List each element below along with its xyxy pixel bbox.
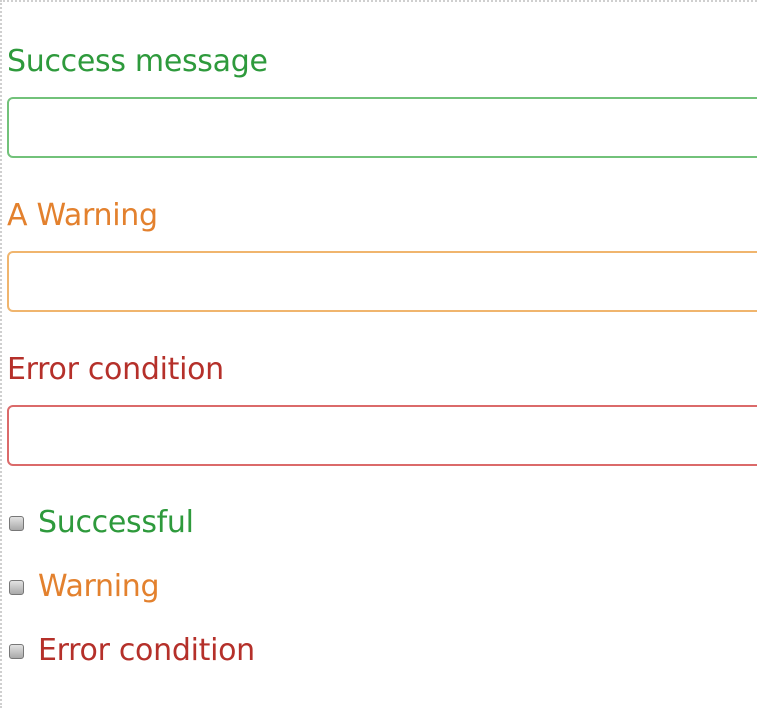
error-input[interactable] (7, 405, 757, 466)
success-input[interactable] (7, 97, 757, 158)
successful-checkbox[interactable] (9, 515, 24, 531)
warning-field-label: A Warning (7, 198, 158, 233)
error-field-label: Error condition (7, 352, 224, 387)
warning-input[interactable] (7, 251, 757, 312)
form-panel: Success message A Warning Error conditio… (0, 0, 757, 708)
warning-checkbox[interactable] (9, 579, 24, 595)
error-checkbox-label: Error condition (38, 633, 255, 668)
checkbox-row-error[interactable]: Error condition (7, 631, 255, 671)
successful-checkbox-label: Successful (38, 505, 194, 540)
checkbox-row-warning[interactable]: Warning (7, 567, 160, 607)
warning-checkbox-label: Warning (38, 569, 160, 604)
error-checkbox[interactable] (9, 643, 24, 659)
success-field-label: Success message (7, 44, 268, 79)
checkbox-row-successful[interactable]: Successful (7, 503, 194, 543)
